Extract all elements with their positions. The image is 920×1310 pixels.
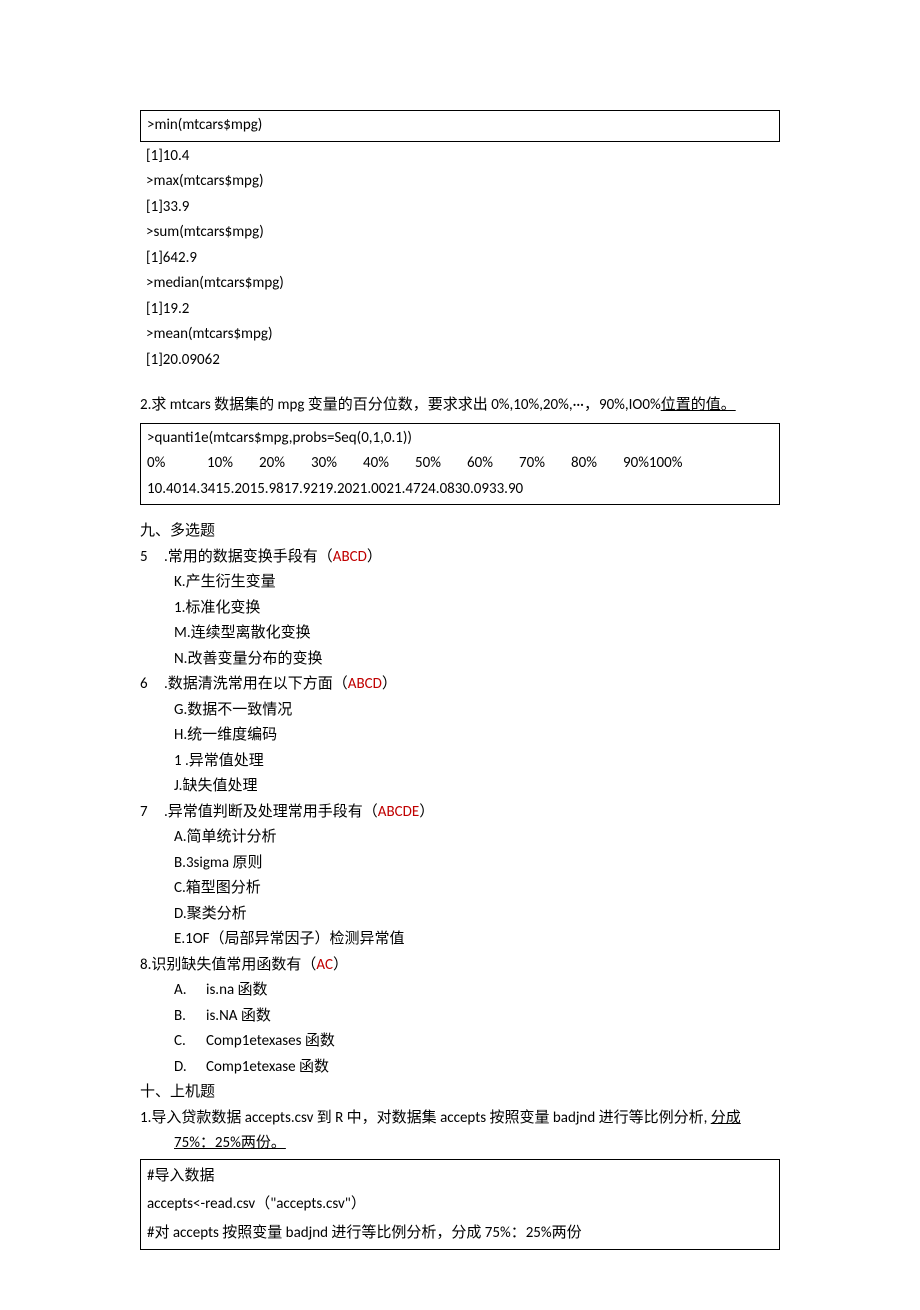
pct-label: 40% [363, 451, 415, 477]
code-box-quantile: >quanti1e(mtcars$mpg,probs=Seq(0,1,0.1))… [140, 423, 780, 506]
option-text: Comp1etexase 函数 [206, 1055, 329, 1081]
q10-underline-2: 75%：25%两份。 [174, 1134, 286, 1152]
pct-label: 10% [207, 451, 259, 477]
option-letter: C. [174, 1029, 192, 1055]
code-line: >min(mtcars$mpg) [147, 113, 773, 139]
option-letter: D. [174, 1055, 192, 1081]
q-text: .常用的数据变换手段有（ABCD） [164, 545, 382, 571]
question-6: 6 .数据清洗常用在以下方面（ABCD） [140, 672, 780, 698]
code-box-min: >min(mtcars$mpg) [140, 110, 780, 142]
option-letter: A. [174, 978, 192, 1004]
section-10-header: 十、上机题 [140, 1080, 780, 1106]
q-number: 7 [140, 800, 154, 826]
pct-label: 20% [259, 451, 311, 477]
option: C.箱型图分析 [140, 876, 780, 902]
answer-text: ABCD [333, 548, 367, 566]
q10-underline-1: 分成 [711, 1109, 741, 1127]
code-line: #对 accepts 按照变量 badjnd 进行等比例分析，分成 75%：25… [147, 1219, 773, 1248]
code-line: >median(mtcars$mpg) [146, 271, 774, 297]
percent-header-row: 0% 10% 20% 30% 40% 50% 60% 70% 80% 90%10… [147, 451, 773, 477]
answer-text: AC [316, 956, 333, 974]
option: 1.标准化变换 [140, 596, 780, 622]
option: G.数据不一致情况 [140, 698, 780, 724]
q-stem: .数据清洗常用在以下方面（ [164, 675, 348, 693]
q-number: 6 [140, 672, 154, 698]
question-7: 7 .异常值判断及处理常用手段有（ABCDE） [140, 800, 780, 826]
question-8: 8.识别缺失值常用函数有（AC） [140, 953, 780, 979]
q-close: ） [367, 548, 382, 566]
option: D. Comp1etexase 函数 [140, 1055, 780, 1081]
option: J.缺失值处理 [140, 774, 780, 800]
question-2-text: 2.求 mtcars 数据集的 mpg 变量的百分位数，要求求出 0%,10%,… [140, 393, 780, 419]
option: B. is.NA 函数 [140, 1004, 780, 1030]
q-number: 8. [140, 956, 151, 974]
pct-label: 90%100% [623, 451, 682, 477]
code-line: [1]642.9 [146, 246, 774, 272]
option: H.统一维度编码 [140, 723, 780, 749]
code-line: accepts<-read.csv（"accepts.csv"） [147, 1190, 773, 1219]
question-5: 5 .常用的数据变换手段有（ABCD） [140, 545, 780, 571]
code-line: [1]10.4 [146, 144, 774, 170]
question-10-1-cont: 75%：25%两份。 [140, 1131, 780, 1157]
q-text: .数据清洗常用在以下方面（ABCD） [164, 672, 397, 698]
code-line: >quanti1e(mtcars$mpg,probs=Seq(0,1,0.1)) [147, 426, 773, 452]
option-text: is.NA 函数 [206, 1004, 271, 1030]
option: D.聚类分析 [140, 902, 780, 928]
q2-underline: 位置的值。 [661, 396, 736, 414]
section-9-header: 九、多选题 [140, 519, 780, 545]
pct-label: 0% [147, 451, 207, 477]
q-stem: .异常值判断及处理常用手段有（ [164, 803, 378, 821]
q-close: ） [382, 675, 397, 693]
option: A.简单统计分析 [140, 825, 780, 851]
percent-values-row: 10.4014.3415.2015.9817.9219.2021.0021.47… [147, 477, 773, 503]
document-page: >min(mtcars$mpg) [1]10.4 >max(mtcars$mpg… [0, 0, 920, 1310]
code-line: >mean(mtcars$mpg) [146, 322, 774, 348]
code-box-import: #导入数据 accepts<-read.csv（"accepts.csv"） #… [140, 1159, 780, 1251]
code-line: [1]33.9 [146, 195, 774, 221]
code-line: >sum(mtcars$mpg) [146, 220, 774, 246]
option: A. is.na 函数 [140, 978, 780, 1004]
option: B.3sigma 原则 [140, 851, 780, 877]
option: C. Comp1etexases 函数 [140, 1029, 780, 1055]
code-line: #导入数据 [147, 1162, 773, 1191]
answer-text: ABCDE [378, 803, 419, 821]
option: N.改善变量分布的变换 [140, 647, 780, 673]
q-stem: 识别缺失值常用函数有（ [151, 956, 316, 974]
pct-label: 60% [467, 451, 519, 477]
pct-label: 30% [311, 451, 363, 477]
pct-label: 80% [571, 451, 623, 477]
option: K.产生衍生变量 [140, 570, 780, 596]
q-stem: .常用的数据变换手段有（ [164, 548, 333, 566]
q-close: ） [333, 956, 348, 974]
option: 1 .异常值处理 [140, 749, 780, 775]
option-letter: B. [174, 1004, 192, 1030]
q-number: 5 [140, 545, 154, 571]
option: E.1OF（局部异常因子）检测异常值 [140, 927, 780, 953]
option-text: Comp1etexases 函数 [206, 1029, 335, 1055]
pct-label: 70% [519, 451, 571, 477]
option-text: is.na 函数 [206, 978, 268, 1004]
question-10-1: 1.导入贷款数据 accepts.csv 到 R 中，对数据集 accepts … [140, 1106, 780, 1132]
answer-text: ABCD [348, 675, 382, 693]
option: M.连续型离散化变换 [140, 621, 780, 647]
q2-pre: 2.求 mtcars 数据集的 mpg 变量的百分位数，要求求出 0%,10%,… [140, 396, 661, 414]
q-close: ） [419, 803, 434, 821]
code-line: >max(mtcars$mpg) [146, 169, 774, 195]
code-line: [1]19.2 [146, 297, 774, 323]
pct-label: 50% [415, 451, 467, 477]
code-line: [1]20.09062 [146, 348, 774, 374]
code-output-block: [1]10.4 >max(mtcars$mpg) [1]33.9 >sum(mt… [140, 142, 780, 376]
q-text: .异常值判断及处理常用手段有（ABCDE） [164, 800, 434, 826]
q10-pre: 1.导入贷款数据 accepts.csv 到 R 中，对数据集 accepts … [140, 1109, 711, 1127]
